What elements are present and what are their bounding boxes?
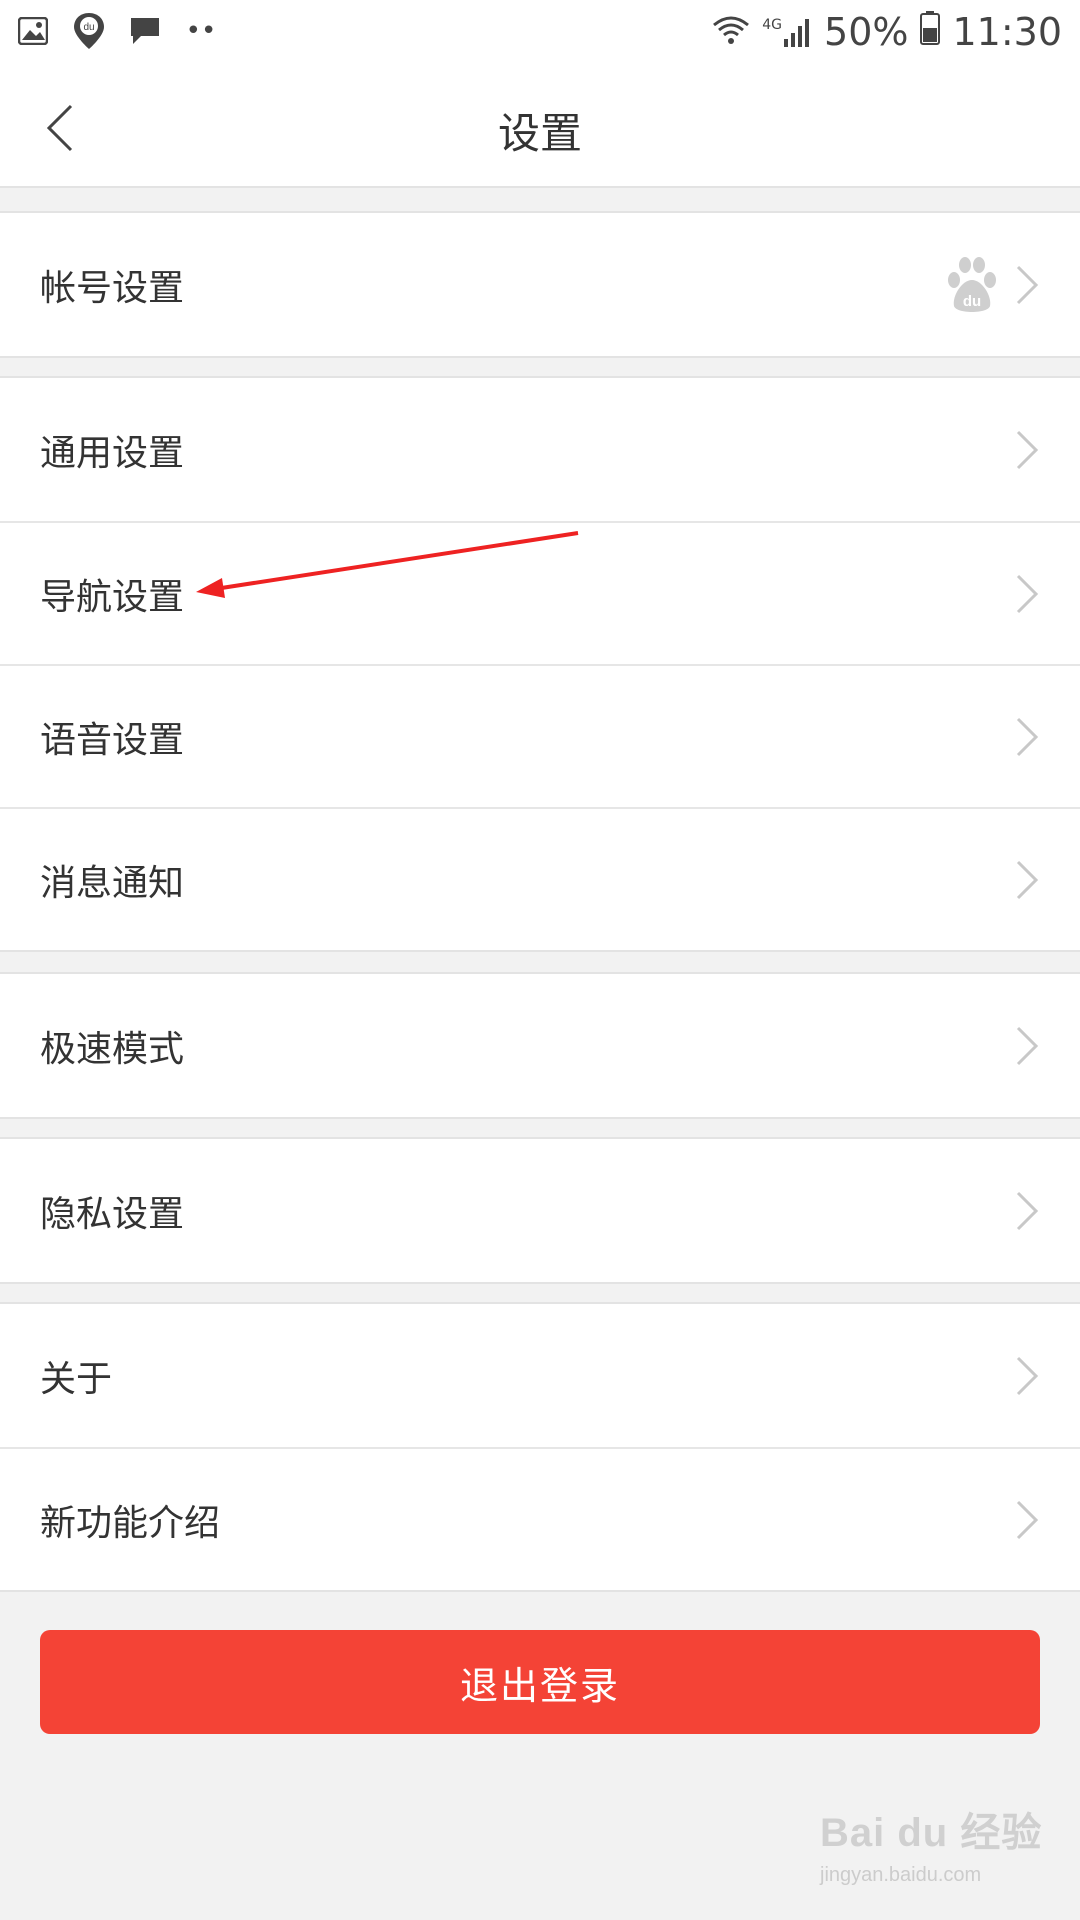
settings-item-navigation[interactable]: 导航设置 xyxy=(0,521,1080,664)
settings-item-label: 极速模式 xyxy=(40,1028,185,1070)
settings-item-label: 隐私设置 xyxy=(40,1193,185,1235)
chevron-right-icon xyxy=(1016,1500,1039,1539)
settings-item-new-features[interactable]: 新功能介绍 xyxy=(0,1447,1080,1590)
settings-item-label: 消息通知 xyxy=(40,862,185,904)
settings-item-account[interactable]: 帐号设置 du xyxy=(0,213,1080,356)
settings-item-speed-mode[interactable]: 极速模式 xyxy=(0,974,1080,1117)
settings-item-label: 语音设置 xyxy=(40,719,185,761)
chevron-right-icon xyxy=(1016,1356,1039,1395)
watermark-logo: Bai du 经验 xyxy=(820,1811,1043,1855)
settings-group-account: 帐号设置 du xyxy=(0,211,1080,358)
settings-group-about: 关于 新功能介绍 xyxy=(0,1302,1080,1592)
signal-icon: 4G xyxy=(762,17,812,47)
watermark-url: jingyan.baidu.com xyxy=(820,1864,982,1886)
clock: 11:30 xyxy=(952,10,1062,54)
status-bar: du •• 4G 50% 11:30 xyxy=(0,0,1080,68)
chevron-right-icon xyxy=(1016,717,1039,756)
settings-item-label: 关于 xyxy=(40,1358,113,1400)
gallery-icon xyxy=(16,14,50,48)
settings-item-voice[interactable]: 语音设置 xyxy=(0,664,1080,807)
settings-item-about[interactable]: 关于 xyxy=(0,1304,1080,1447)
baidu-map-icon: du xyxy=(72,13,106,49)
baidu-paw-icon: du xyxy=(948,256,996,312)
settings-item-general[interactable]: 通用设置 xyxy=(0,378,1080,521)
nav-bar: 设置 xyxy=(0,68,1080,188)
chevron-right-icon xyxy=(1016,1026,1039,1065)
settings-group-privacy: 隐私设置 xyxy=(0,1137,1080,1284)
battery-percent: 50% xyxy=(824,10,909,54)
settings-item-label: 通用设置 xyxy=(40,432,185,474)
chevron-right-icon xyxy=(1016,430,1039,469)
settings-item-notifications[interactable]: 消息通知 xyxy=(0,807,1080,950)
chevron-right-icon xyxy=(1016,265,1039,304)
svg-text:du: du xyxy=(83,22,94,33)
settings-item-privacy[interactable]: 隐私设置 xyxy=(0,1139,1080,1282)
page-title: 设置 xyxy=(497,109,582,158)
wifi-icon xyxy=(712,10,750,54)
chevron-right-icon xyxy=(1016,574,1039,613)
more-dots-icon: •• xyxy=(185,16,217,46)
message-icon xyxy=(128,14,162,48)
settings-group-speed: 极速模式 xyxy=(0,972,1080,1119)
chevron-right-icon xyxy=(1016,1191,1039,1230)
settings-item-label: 新功能介绍 xyxy=(40,1502,221,1544)
logout-button[interactable]: 退出登录 xyxy=(40,1630,1040,1734)
chevron-right-icon xyxy=(1016,860,1039,899)
svg-text:du: du xyxy=(963,293,981,310)
settings-group-general: 通用设置 导航设置 语音设置 消息通知 xyxy=(0,376,1080,952)
battery-icon xyxy=(920,10,941,54)
settings-item-label: 导航设置 xyxy=(40,576,185,618)
baidu-jingyan-watermark: Bai du 经验 jingyan.baidu.com xyxy=(820,1800,1050,1910)
settings-item-label: 帐号设置 xyxy=(40,267,185,309)
